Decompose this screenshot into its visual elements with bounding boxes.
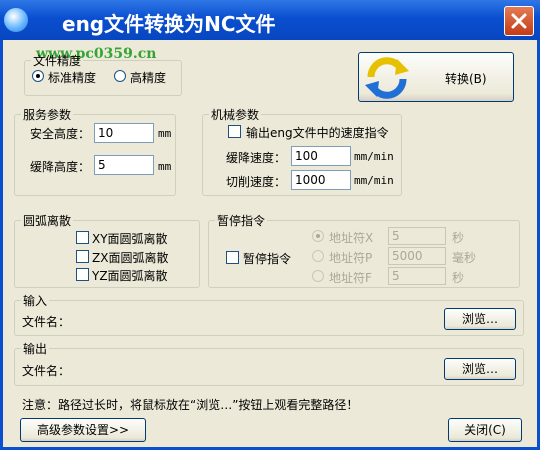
address-f-input[interactable] (388, 267, 446, 285)
input-file-label: 文件名： (22, 315, 71, 329)
pause-legend: 暂停指令 (217, 214, 266, 228)
xy-arc-label: XY面圆弧离散 (92, 232, 168, 246)
standard-precision-radio[interactable] (32, 70, 44, 82)
high-precision-label: 高精度 (130, 71, 167, 85)
advanced-settings-label: 高级参数设置>> (36, 423, 130, 437)
pause-checkbox-label: 暂停指令 (243, 252, 292, 266)
address-p-radio[interactable] (312, 250, 324, 262)
slow-speed-label: 缓降速度： (226, 151, 287, 165)
output-speed-label: 输出eng文件中的速度指令 (246, 126, 389, 140)
slow-speed-unit: mm/min (354, 150, 394, 163)
slow-speed-input[interactable] (291, 146, 351, 166)
convert-button[interactable]: 转换(B) (358, 52, 514, 102)
zx-arc-checkbox[interactable] (76, 250, 89, 263)
yz-arc-label: YZ面圆弧离散 (92, 269, 168, 283)
xy-arc-checkbox[interactable] (76, 231, 89, 244)
advanced-settings-button[interactable]: 高级参数设置>> (20, 418, 146, 442)
machine-params-legend: 机械参数 (211, 108, 260, 122)
address-f-unit: 秒 (452, 271, 465, 285)
safe-height-label: 安全高度： (30, 127, 91, 141)
output-speed-checkbox[interactable] (228, 125, 241, 138)
address-p-input[interactable] (388, 247, 446, 265)
yz-arc-checkbox[interactable] (76, 268, 89, 281)
slow-height-unit: mm (158, 160, 172, 173)
cut-speed-input[interactable] (291, 170, 351, 190)
precision-legend: 文件精度 (33, 54, 82, 68)
address-f-radio[interactable] (312, 270, 324, 282)
address-x-unit: 秒 (452, 231, 465, 245)
service-params-group: 服务参数 (14, 106, 176, 196)
output-legend: 输出 (23, 342, 48, 356)
service-params-legend: 服务参数 (23, 108, 72, 122)
safe-height-unit: mm (158, 127, 172, 140)
safe-height-input[interactable] (94, 123, 154, 143)
address-p-label: 地址符P (329, 251, 373, 265)
pause-checkbox[interactable] (226, 251, 239, 264)
zx-arc-label: ZX面圆弧离散 (92, 251, 169, 265)
close-button-label: 关闭(C) (464, 423, 506, 437)
close-button[interactable]: 关闭(C) (448, 418, 522, 442)
address-x-radio[interactable] (312, 230, 324, 242)
title-bar[interactable]: eng文件转换为NC文件 (0, 0, 540, 40)
slow-height-label: 缓降高度： (30, 160, 91, 174)
close-icon (511, 13, 527, 29)
convert-button-label: 转换(B) (445, 72, 487, 86)
cut-speed-label: 切削速度： (226, 175, 287, 189)
input-browse-label: 浏览… (461, 312, 498, 326)
slow-height-input[interactable] (94, 155, 154, 175)
standard-precision-label: 标准精度 (48, 71, 97, 85)
output-browse-label: 浏览… (461, 362, 498, 376)
address-x-input[interactable] (388, 227, 446, 245)
cut-speed-unit: mm/min (354, 174, 394, 187)
high-precision-radio[interactable] (114, 70, 126, 82)
window-title: eng文件转换为NC文件 (62, 12, 276, 36)
output-file-label: 文件名： (22, 364, 71, 378)
close-window-button[interactable] (504, 6, 534, 36)
input-browse-button[interactable]: 浏览… (444, 308, 516, 330)
input-legend: 输入 (23, 294, 48, 308)
address-f-label: 地址符F (329, 271, 372, 285)
address-x-label: 地址符X (329, 231, 374, 245)
app-icon (4, 8, 28, 32)
output-browse-button[interactable]: 浏览… (444, 358, 516, 380)
address-p-unit: 毫秒 (452, 251, 477, 265)
path-note: 注意：路径过长时，将鼠标放在“浏览…”按钮上观看完整路径！ (22, 398, 359, 412)
window-border-left (0, 40, 3, 450)
arc-discrete-legend: 圆弧离散 (23, 214, 72, 228)
refresh-arrows-icon (365, 57, 409, 99)
